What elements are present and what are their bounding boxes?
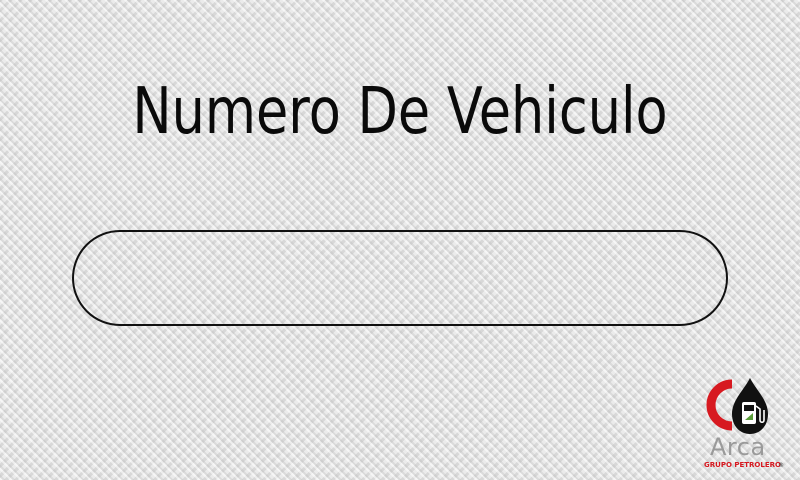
fuel-pump-drop-icon — [706, 378, 768, 434]
page-title: Numero De Vehiculo — [132, 75, 668, 149]
brand-name: Arca — [710, 433, 766, 461]
brand-logo: Arca GRUPO PETROLERO ® — [696, 376, 796, 476]
brand-tagline: GRUPO PETROLERO — [704, 461, 781, 469]
vehicle-number-input[interactable] — [72, 230, 728, 326]
registered-mark: ® — [778, 462, 784, 469]
vehicle-number-screen: Numero De Vehiculo Arca GRUPO PETROLERO … — [0, 0, 800, 480]
